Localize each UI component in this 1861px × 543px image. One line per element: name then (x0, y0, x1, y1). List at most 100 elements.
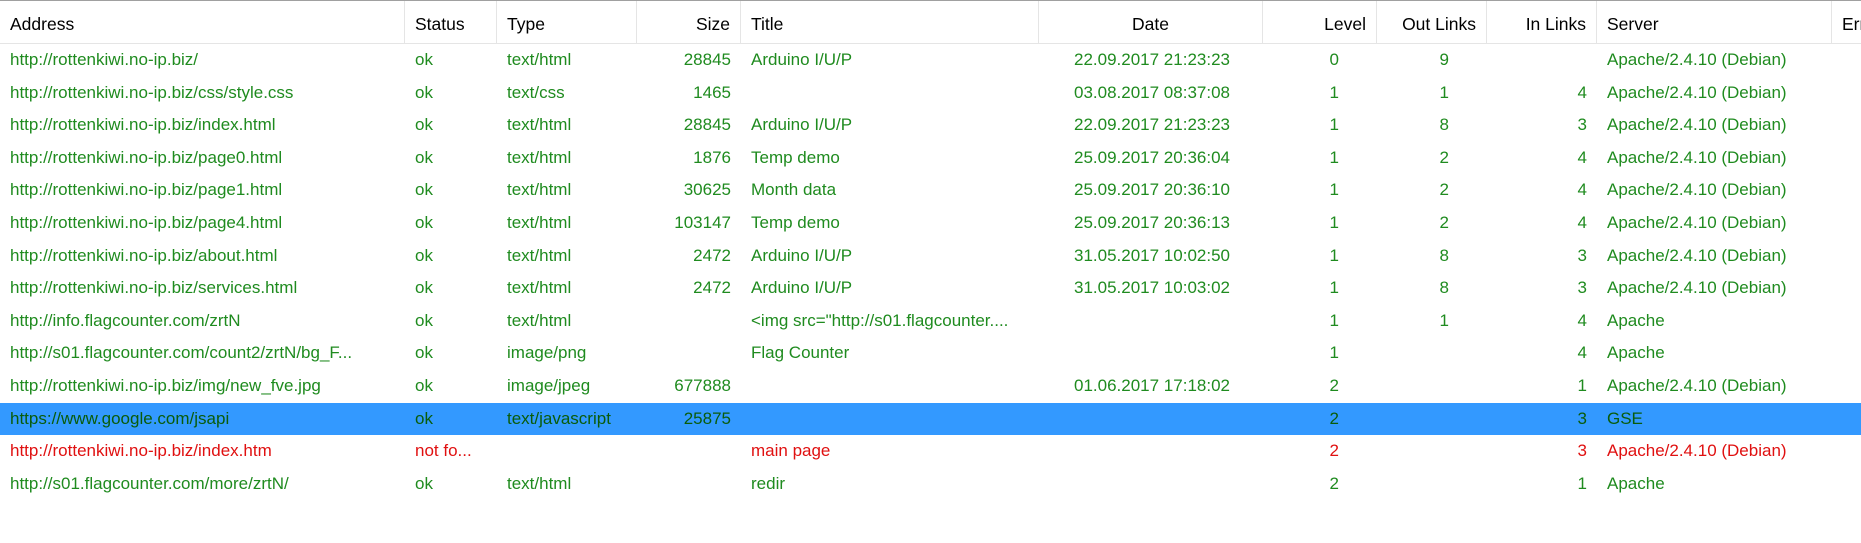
server-cell: Apache/2.4.10 (Debian) (1607, 115, 1787, 135)
server-cell: Apache/2.4.10 (Debian) (1607, 213, 1787, 232)
server-cell: Apache/2.4.10 (Debian) (1607, 278, 1787, 298)
type-cell: text/html (507, 310, 572, 330)
title-cell: Arduino I/U/P (751, 50, 853, 69)
date-cell: 25.09.2017 20:36:04 (1074, 147, 1230, 167)
address-cell: http://rottenkiwi.no-ip.biz/index.html (10, 115, 276, 135)
table-row[interactable]: http://rottenkiwi.no-ip.biz/about.html ok… (0, 240, 1861, 273)
column-header-level[interactable]: Level (1263, 1, 1377, 44)
out-links-cell: 2 (1439, 180, 1449, 200)
column-header-error[interactable]: Erro (1832, 1, 1861, 44)
column-header-date[interactable]: Date (1039, 1, 1263, 44)
server-cell: Apache/2.4.10 (Debian) (1607, 180, 1787, 200)
date-cell (1039, 305, 1263, 338)
table-row[interactable]: http://s01.flagcounter.com/count2/zrtN/b… (0, 337, 1861, 370)
title-cell (741, 370, 1039, 403)
column-header-type[interactable]: Type (497, 1, 637, 44)
type-cell: text/html (507, 50, 572, 69)
column-header-title[interactable]: Title (741, 1, 1039, 44)
size-cell: 28845 (683, 50, 731, 69)
column-header-status[interactable]: Status (405, 1, 497, 44)
status-cell: ok (415, 82, 433, 102)
type-cell: text/javascript (507, 408, 611, 428)
table-row[interactable]: http://info.flagcounter.com/zrtN ok text/h… (0, 305, 1861, 338)
size-cell: 677888 (674, 376, 731, 395)
status-cell: ok (415, 147, 433, 167)
size-cell: 25875 (683, 408, 731, 428)
in-links-cell: 3 (1577, 278, 1587, 298)
type-cell: text/html (507, 115, 572, 135)
table-row[interactable]: http://rottenkiwi.no-ip.biz/services.htm… (0, 272, 1861, 305)
level-cell: 2 (1329, 408, 1339, 428)
size-cell: 30625 (683, 180, 731, 200)
size-cell (637, 337, 741, 370)
column-header-out-links[interactable]: Out Links (1377, 1, 1487, 44)
level-cell: 1 (1329, 82, 1339, 102)
title-cell: Temp demo (751, 213, 840, 232)
size-cell: 103147 (674, 213, 731, 232)
title-cell: <img src="http://s01.flagcounter.... (751, 310, 1009, 330)
table-row[interactable]: http://rottenkiwi.no-ip.biz/index.html ok… (0, 109, 1861, 142)
date-cell: 25.09.2017 20:36:13 (1074, 213, 1230, 232)
server-cell: Apache (1607, 473, 1665, 493)
title-cell: Flag Counter (751, 343, 850, 363)
table-row[interactable]: http://rottenkiwi.no-ip.biz/css/style.cs… (0, 77, 1861, 110)
type-cell: text/html (507, 213, 572, 232)
table-row[interactable]: http://rottenkiwi.no-ip.biz/ok text/html 2… (0, 44, 1861, 77)
level-cell: 1 (1329, 213, 1339, 232)
column-header-address[interactable]: Address (0, 1, 405, 44)
address-cell: http://s01.flagcounter.com/count2/zrtN/b… (10, 343, 353, 363)
date-cell: 22.09.2017 21:23:23 (1074, 50, 1230, 69)
column-header-in-links[interactable]: In Links (1487, 1, 1597, 44)
table-row[interactable]: http://rottenkiwi.no-ip.biz/page1.html ok… (0, 174, 1861, 207)
column-header-size[interactable]: Size (637, 1, 741, 44)
address-cell: http://rottenkiwi.no-ip.biz/img/new_fve.… (10, 376, 321, 395)
table-row[interactable]: http://rottenkiwi.no-ip.biz/img/new_fve.… (0, 370, 1861, 403)
in-links-cell: 1 (1577, 376, 1587, 395)
table-row-selected[interactable]: https://www.google.com/jsapi ok text/javas… (0, 402, 1861, 436)
in-links-cell (1487, 44, 1597, 77)
size-cell (637, 468, 741, 501)
status-cell: ok (415, 245, 433, 265)
column-header-server[interactable]: Server (1597, 1, 1832, 44)
server-cell: GSE (1607, 408, 1643, 428)
level-cell: 1 (1329, 278, 1339, 298)
out-links-cell (1377, 337, 1487, 370)
in-links-cell: 3 (1577, 408, 1587, 428)
type-cell: text/html (507, 147, 572, 167)
table-row[interactable]: http://rottenkiwi.no-ip.biz/page4.html ok… (0, 207, 1861, 240)
level-cell: 2 (1329, 376, 1339, 395)
in-links-cell: 4 (1577, 147, 1587, 167)
out-links-cell: 2 (1439, 147, 1449, 167)
type-cell: image/png (507, 343, 587, 363)
title-cell (741, 77, 1039, 110)
out-links-cell (1377, 435, 1487, 468)
address-cell: http://rottenkiwi.no-ip.biz/index.htm (10, 441, 272, 461)
in-links-cell: 4 (1577, 343, 1587, 363)
table-row[interactable]: http://rottenkiwi.no-ip.biz/index.htm not… (0, 435, 1861, 468)
title-cell: Month data (751, 180, 837, 200)
table-row[interactable]: http://rottenkiwi.no-ip.biz/page0.html ok… (0, 142, 1861, 175)
level-cell: 1 (1329, 115, 1339, 135)
status-cell: ok (415, 213, 433, 232)
date-cell: 22.09.2017 21:23:23 (1074, 115, 1230, 135)
date-cell: 25.09.2017 20:36:10 (1074, 180, 1230, 200)
status-cell: ok (415, 408, 433, 428)
table-row[interactable]: http://s01.flagcounter.com/more/zrtN/ok t… (0, 468, 1861, 501)
title-cell: Arduino I/U/P (751, 115, 853, 135)
size-cell: 1465 (693, 82, 731, 102)
date-cell: 01.06.2017 17:18:02 (1074, 376, 1230, 395)
in-links-cell: 1 (1577, 473, 1587, 493)
title-cell: Arduino I/U/P (751, 245, 853, 265)
type-cell: text/html (507, 473, 572, 493)
address-cell: http://rottenkiwi.no-ip.biz/page1.html (10, 180, 283, 200)
size-cell (637, 435, 741, 468)
level-cell: 0 (1329, 50, 1339, 69)
status-cell: ok (415, 278, 433, 298)
level-cell: 2 (1329, 441, 1339, 461)
size-cell: 2472 (693, 278, 731, 298)
level-cell: 1 (1329, 147, 1339, 167)
address-cell: http://info.flagcounter.com/zrtN (10, 310, 241, 330)
status-cell: ok (415, 50, 433, 69)
type-cell: text/html (507, 180, 572, 200)
out-links-cell: 2 (1439, 213, 1449, 232)
